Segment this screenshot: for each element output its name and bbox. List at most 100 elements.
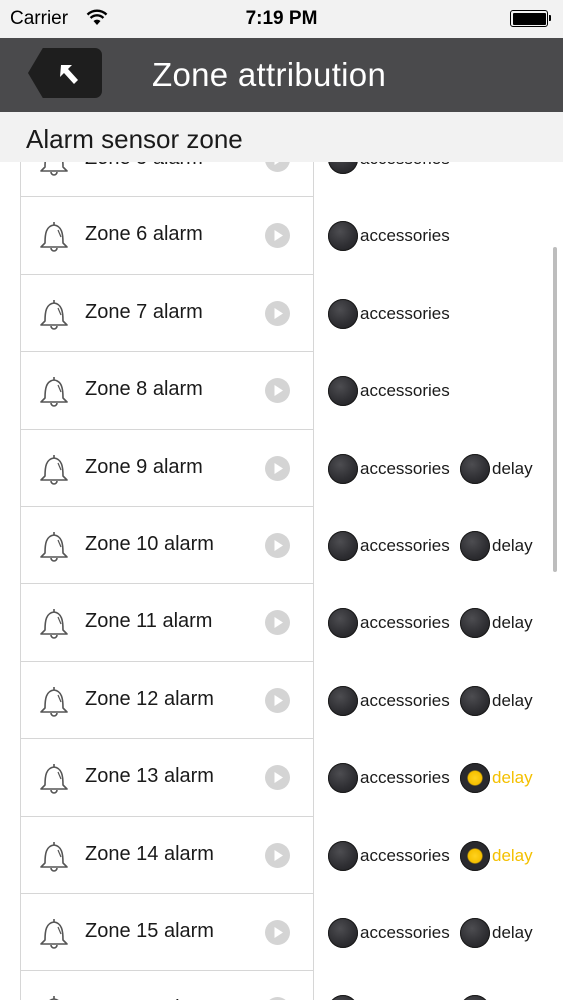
table-row: Zone 5 alarm accessories — [0, 162, 563, 198]
zone-cell[interactable]: Zone 13 alarm — [20, 739, 314, 817]
radio-button[interactable] — [460, 453, 490, 484]
play-icon[interactable] — [264, 609, 291, 636]
accessories-option[interactable]: accessories — [328, 894, 460, 971]
accessories-label: accessories — [360, 226, 450, 246]
accessories-option[interactable]: accessories — [328, 739, 460, 816]
radio-button[interactable] — [328, 763, 358, 794]
bell-icon — [40, 222, 68, 253]
table-row: Zone 9 alarm accessories delay — [0, 429, 563, 507]
zone-cell[interactable]: Zone 12 alarm — [20, 661, 314, 740]
play-icon[interactable] — [264, 377, 291, 404]
radio-button[interactable] — [328, 685, 358, 716]
zone-cell[interactable]: Zone 7 alarm — [20, 274, 314, 353]
delay-label: delay — [492, 845, 533, 865]
radio-button[interactable] — [328, 840, 358, 871]
play-icon[interactable] — [264, 842, 291, 869]
radio-button[interactable] — [328, 917, 358, 948]
delay-label: delay — [492, 768, 533, 788]
delay-label: delay — [492, 535, 533, 555]
accessories-label: accessories — [360, 381, 450, 401]
radio-button[interactable] — [328, 995, 358, 1000]
zone-cell[interactable]: Zone 8 alarm — [20, 352, 314, 430]
radio-button[interactable] — [460, 917, 490, 948]
zone-label: Zone 7 alarm — [85, 300, 203, 323]
delay-label: delay — [492, 613, 533, 633]
delay-option[interactable]: delay — [460, 584, 540, 661]
accessories-option[interactable]: accessories — [328, 817, 460, 894]
radio-button[interactable] — [460, 840, 490, 871]
accessories-option[interactable]: accessories — [328, 352, 460, 429]
zone-cell[interactable]: Zone 10 alarm — [20, 506, 314, 585]
delay-option[interactable]: delay — [460, 971, 540, 1000]
battery-icon — [510, 10, 551, 27]
accessories-label: accessories — [360, 845, 450, 865]
zone-cell[interactable]: Zone 6 alarm — [20, 197, 314, 275]
radio-button[interactable] — [328, 530, 358, 561]
table-row: Zone 10 alarm accessories delay — [0, 506, 563, 585]
play-icon[interactable] — [264, 162, 291, 173]
zone-list[interactable]: Zone 5 alarm accessories Zone 6 alarm acces… — [0, 162, 563, 1000]
delay-option[interactable]: delay — [460, 817, 540, 894]
accessories-option[interactable]: accessories — [328, 197, 460, 274]
play-icon[interactable] — [264, 996, 291, 1000]
accessories-option[interactable]: accessories — [328, 507, 460, 584]
radio-button[interactable] — [328, 298, 358, 329]
accessories-option[interactable]: accessories — [328, 162, 460, 197]
radio-button[interactable] — [328, 453, 358, 484]
zone-cell[interactable]: Zone 16 alarm — [20, 971, 314, 1000]
radio-button[interactable] — [328, 608, 358, 639]
delay-option[interactable]: delay — [460, 894, 540, 971]
play-icon[interactable] — [264, 455, 291, 482]
zone-cell[interactable]: Zone 15 alarm — [20, 893, 314, 972]
play-icon[interactable] — [264, 300, 291, 327]
bell-icon — [40, 531, 68, 562]
table-row: Zone 8 alarm accessories — [0, 352, 563, 430]
play-icon[interactable] — [264, 222, 291, 249]
back-button[interactable] — [28, 48, 102, 98]
radio-button[interactable] — [460, 995, 490, 1000]
back-arrow-icon — [60, 65, 78, 84]
accessories-label: accessories — [360, 768, 450, 788]
table-row: Zone 12 alarm accessories delay — [0, 661, 563, 740]
play-icon[interactable] — [264, 919, 291, 946]
radio-button[interactable] — [460, 685, 490, 716]
accessories-option[interactable]: accessories — [328, 430, 460, 507]
table-row: Zone 13 alarm accessories delay — [0, 739, 563, 817]
delay-option[interactable]: delay — [460, 662, 540, 739]
radio-button[interactable] — [328, 221, 358, 252]
zone-cell[interactable]: Zone 11 alarm — [20, 584, 314, 662]
accessories-option[interactable]: accessories — [328, 584, 460, 661]
bell-icon — [49, 996, 59, 1000]
zone-label: Zone 8 alarm — [85, 378, 203, 401]
play-icon[interactable] — [264, 764, 291, 791]
delay-option[interactable]: delay — [460, 739, 540, 816]
zone-cell[interactable]: Zone 14 alarm — [20, 816, 314, 894]
zone-cell[interactable]: Zone 5 alarm — [20, 162, 314, 198]
table-row: Zone 6 alarm accessories — [0, 197, 563, 275]
delay-option[interactable]: delay — [460, 507, 540, 584]
accessories-label: accessories — [360, 535, 450, 555]
radio-button[interactable] — [460, 530, 490, 561]
accessories-option[interactable]: accessories — [328, 971, 460, 1000]
bell-icon — [40, 609, 68, 640]
status-bar: Carrier 7:19 PM — [0, 0, 563, 38]
delay-label: delay — [492, 690, 533, 710]
play-icon[interactable] — [264, 532, 291, 559]
zone-label: Zone 5 alarm — [85, 162, 203, 170]
play-icon[interactable] — [264, 687, 291, 714]
bell-icon — [40, 377, 68, 407]
accessories-option[interactable]: accessories — [328, 275, 460, 352]
accessories-label: accessories — [360, 162, 450, 169]
zone-label: Zone 6 alarm — [85, 223, 203, 246]
status-time: 7:19 PM — [245, 8, 318, 29]
radio-button[interactable] — [328, 376, 358, 407]
radio-button[interactable] — [460, 608, 490, 639]
zone-label: Zone 14 alarm — [85, 842, 214, 865]
radio-button[interactable] — [328, 162, 358, 174]
accessories-label: accessories — [360, 613, 450, 633]
zone-cell[interactable]: Zone 9 alarm — [20, 429, 314, 507]
radio-button[interactable] — [460, 763, 490, 794]
accessories-option[interactable]: accessories — [328, 662, 460, 739]
delay-option[interactable]: delay — [460, 430, 540, 507]
section-title: Alarm sensor zone — [26, 124, 243, 154]
